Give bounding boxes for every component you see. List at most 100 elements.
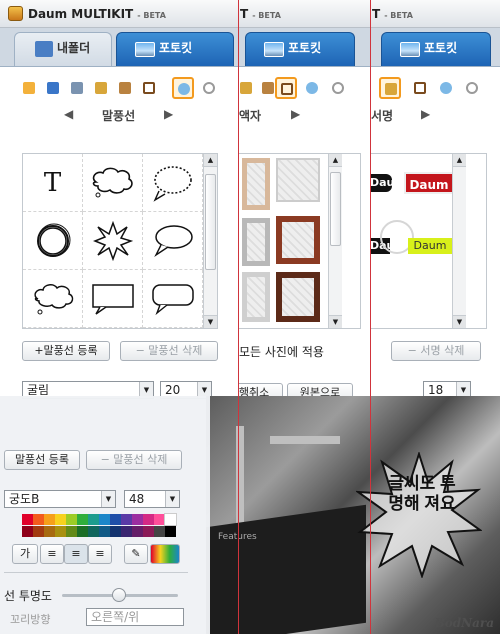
bubble-rect[interactable] <box>83 270 143 328</box>
tab-photokit[interactable]: 포토킷 <box>245 32 355 66</box>
stopwatch-icon[interactable] <box>198 77 220 99</box>
color-swatch[interactable] <box>77 526 88 537</box>
bubble-oval[interactable] <box>143 212 203 270</box>
frame-thumb[interactable] <box>242 272 270 322</box>
font-size-select[interactable]: 48 ▼ <box>124 490 180 508</box>
align-left-button[interactable]: ≡ <box>40 544 64 564</box>
slider-handle[interactable] <box>112 588 126 602</box>
color-swatch[interactable] <box>132 514 143 525</box>
frame-thumb[interactable] <box>276 216 320 264</box>
scroll-up-icon[interactable]: ▲ <box>329 154 342 167</box>
color-swatch[interactable] <box>99 526 110 537</box>
scroll-down-icon[interactable]: ▼ <box>329 315 342 328</box>
arrow-left-icon[interactable]: ◀ <box>64 107 73 121</box>
color-swatch[interactable] <box>55 526 66 537</box>
color-swatch[interactable] <box>121 514 132 525</box>
color-swatch[interactable] <box>154 514 165 525</box>
color-swatch[interactable] <box>132 526 143 537</box>
magic-icon[interactable] <box>379 77 401 99</box>
color-swatch[interactable] <box>164 513 177 526</box>
speech-bubble-icon[interactable] <box>172 77 194 99</box>
explosion-bubble <box>356 452 482 578</box>
app-logo-icon <box>8 6 23 21</box>
scroll-thumb[interactable] <box>330 172 341 246</box>
color-swatch[interactable] <box>110 514 121 525</box>
add-bubble-button[interactable]: +말풍선 등록 <box>22 341 110 361</box>
color-swatch[interactable] <box>66 514 77 525</box>
bubble-shout-dotted[interactable] <box>143 154 203 212</box>
tail-direction-select[interactable]: 오른쪽/위 <box>86 608 184 626</box>
color-swatch[interactable] <box>143 514 154 525</box>
color-swatch[interactable] <box>66 526 77 537</box>
scissors-icon[interactable] <box>66 77 88 99</box>
color-swatch[interactable] <box>44 526 55 537</box>
scroll-thumb[interactable] <box>205 174 216 270</box>
tab-my-folder[interactable]: 내폴더 <box>14 32 112 66</box>
color-swatch[interactable] <box>33 514 44 525</box>
scroll-down-icon[interactable]: ▼ <box>204 315 217 328</box>
color-swatch[interactable] <box>88 526 99 537</box>
frame-icon[interactable] <box>138 77 160 99</box>
color-swatch[interactable] <box>22 526 33 537</box>
delete-signature-button[interactable]: − 서명 삭제 <box>391 341 481 361</box>
signature-sample[interactable]: Daum <box>404 172 454 194</box>
font-select[interactable]: 궁도B ▼ <box>4 490 116 508</box>
frame-icon[interactable] <box>409 77 431 99</box>
align-right-button[interactable]: ≡ <box>88 544 112 564</box>
magic-icon[interactable] <box>90 77 112 99</box>
gallery-scrollbar[interactable]: ▲ ▼ <box>328 154 342 328</box>
color-swatch[interactable] <box>154 526 165 537</box>
color-picker-button[interactable] <box>150 544 180 564</box>
scroll-down-icon[interactable]: ▼ <box>453 315 466 328</box>
color-swatch[interactable] <box>121 526 132 537</box>
color-swatch[interactable] <box>33 526 44 537</box>
text-tool-cell[interactable]: T <box>23 154 83 212</box>
tab-photokit[interactable]: 포토킷 <box>116 32 234 66</box>
signature-sample[interactable]: Daum <box>408 238 452 254</box>
bubble-cloud-wide[interactable] <box>83 154 143 212</box>
color-swatch[interactable] <box>44 514 55 525</box>
eyedropper-icon[interactable]: ✎ <box>124 544 148 564</box>
scroll-up-icon[interactable]: ▲ <box>204 154 217 167</box>
scroll-up-icon[interactable]: ▲ <box>453 154 466 167</box>
color-swatch[interactable] <box>99 514 110 525</box>
arrow-right-icon[interactable]: ▶ <box>164 107 173 121</box>
color-swatch[interactable] <box>143 526 154 537</box>
folder-icon[interactable] <box>18 77 40 99</box>
align-center-button[interactable]: ≡ <box>64 544 88 564</box>
gallery-scrollbar[interactable]: ▲ ▼ <box>452 154 466 328</box>
color-swatch[interactable] <box>55 514 66 525</box>
stopwatch-icon[interactable] <box>327 77 349 99</box>
color-swatch[interactable] <box>77 514 88 525</box>
frame-icon[interactable] <box>275 77 297 99</box>
gallery-scrollbar[interactable]: ▲ ▼ <box>203 154 217 328</box>
divider <box>4 572 188 573</box>
layout-icon[interactable] <box>42 77 64 99</box>
stamp-icon[interactable] <box>114 77 136 99</box>
stopwatch-icon[interactable] <box>461 77 483 99</box>
speech-bubble-icon[interactable] <box>301 77 323 99</box>
color-swatch[interactable] <box>110 526 121 537</box>
bubble-explosion[interactable] <box>83 212 143 270</box>
italic-style-button[interactable]: 가 <box>12 544 38 564</box>
bubble-rounded-rect[interactable] <box>143 270 203 328</box>
color-swatch[interactable] <box>88 514 99 525</box>
frame-thumb[interactable] <box>276 158 320 202</box>
speech-bubble-icon[interactable] <box>435 77 457 99</box>
frame-thumb[interactable] <box>242 218 270 266</box>
frame-thumb[interactable] <box>242 158 270 210</box>
delete-bubble-button[interactable]: − 말풍선 삭제 <box>120 341 218 361</box>
arrow-right-icon[interactable]: ▶ <box>291 107 300 121</box>
color-swatch[interactable] <box>22 514 33 525</box>
apply-all-label[interactable]: 모든 사진에 적용 <box>239 343 324 360</box>
arrow-right-icon[interactable]: ▶ <box>421 107 430 121</box>
frame-thumb[interactable] <box>276 272 320 322</box>
magic-icon[interactable] <box>239 77 257 99</box>
color-swatch[interactable] <box>165 526 176 537</box>
add-bubble-button[interactable]: 말풍선 등록 <box>4 450 80 470</box>
bubble-scribble-circle[interactable] <box>23 212 83 270</box>
delete-bubble-button[interactable]: − 말풍선 삭제 <box>86 450 182 470</box>
signature-sample[interactable]: Daum <box>371 174 392 192</box>
tab-photokit[interactable]: 포토킷 <box>381 32 491 66</box>
bubble-cloud[interactable] <box>23 270 83 328</box>
